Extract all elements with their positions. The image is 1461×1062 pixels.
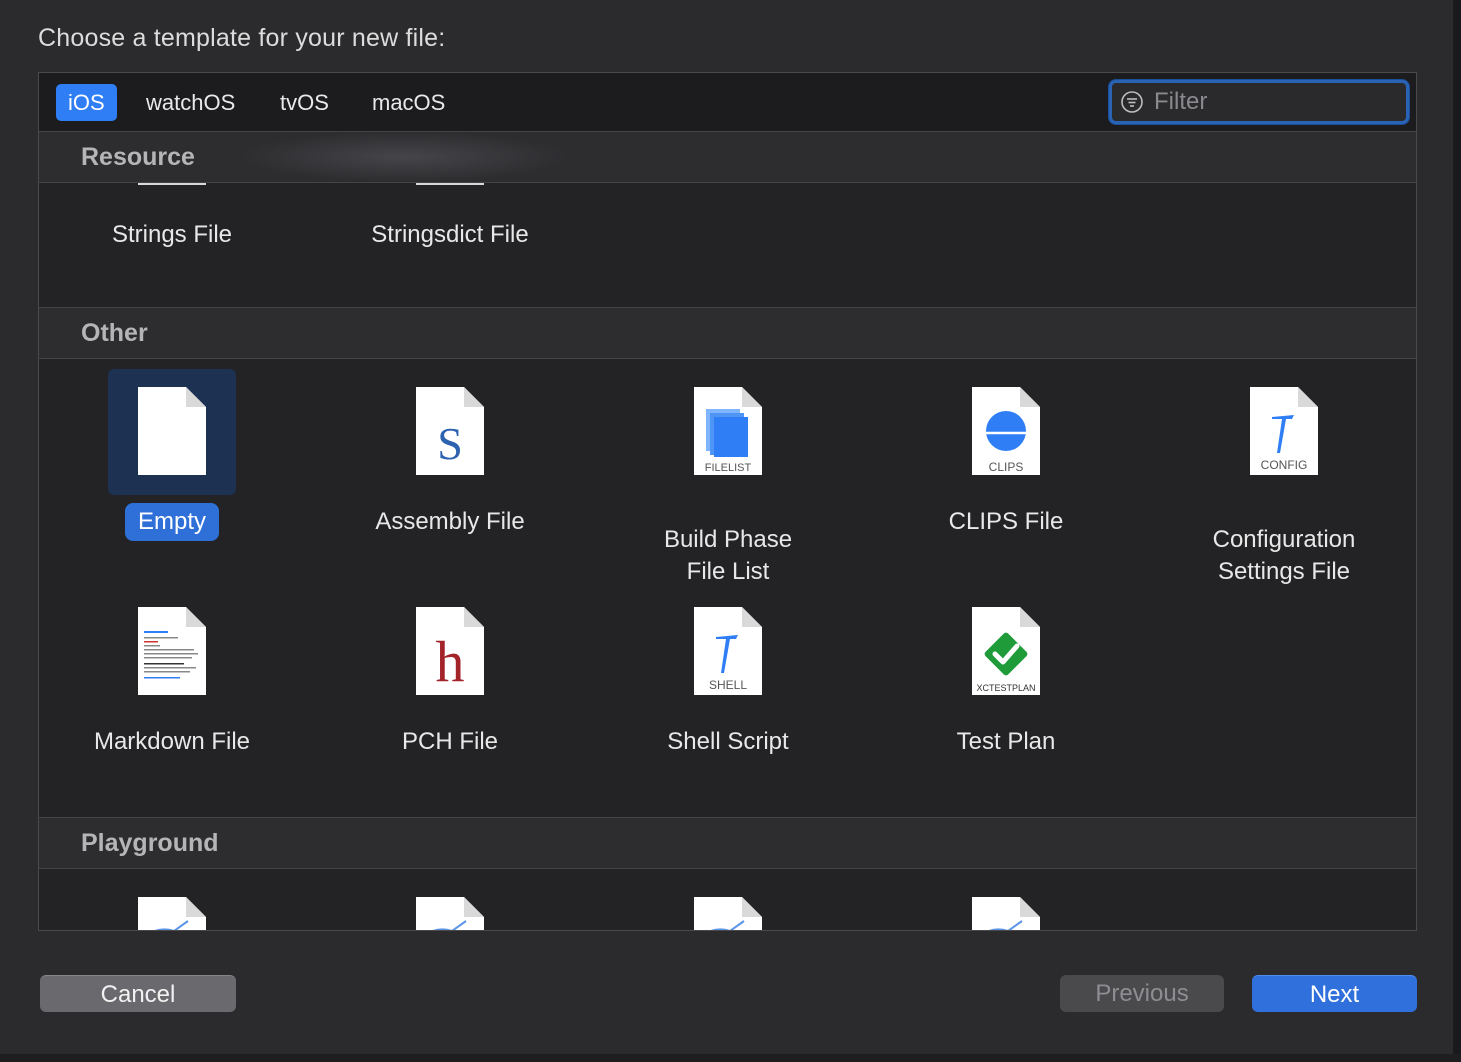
template-label: Configuration Settings File (1212, 526, 1356, 585)
tab-tvos[interactable]: tvOS (268, 84, 341, 121)
pch-glyph: h (436, 629, 465, 694)
assembly-file-icon[interactable]: S (416, 387, 484, 475)
pch-file-icon[interactable]: h (416, 607, 484, 695)
tab-macos[interactable]: macOS (360, 84, 457, 121)
template-label: Assembly File (375, 508, 525, 535)
markdown-file-icon[interactable] (138, 607, 206, 695)
cancel-button[interactable]: Cancel (40, 975, 236, 1012)
config-file-icon[interactable]: CONFIG (1250, 387, 1318, 475)
template-label: CLIPS File (948, 508, 1064, 535)
filelist-file-icon[interactable]: FILELIST (694, 387, 762, 475)
template-markdown-file[interactable]: Markdown File (44, 723, 300, 761)
template-clips-file[interactable]: CLIPS File (878, 503, 1134, 541)
template-strings-file[interactable]: Strings File (44, 216, 300, 254)
template-label: Build Phase File List (663, 526, 793, 585)
filter-input[interactable] (1154, 86, 1394, 118)
template-configuration-settings-file[interactable]: Configuration Settings File (1156, 503, 1412, 591)
template-shell-script[interactable]: Shell Script (600, 723, 856, 761)
section-title-resource: Resource (81, 143, 195, 171)
config-badge: CONFIG (1261, 458, 1308, 472)
template-chooser-panel: iOS watchOS tvOS macOS Resource Strings … (38, 72, 1417, 931)
section-header-other: Other (39, 307, 1416, 359)
template-empty[interactable]: Empty (44, 503, 300, 541)
template-label: Empty (124, 503, 219, 541)
template-label: Markdown File (93, 728, 251, 755)
section-title-playground: Playground (81, 829, 219, 857)
filter-field[interactable] (1109, 80, 1409, 124)
filelist-badge: FILELIST (705, 462, 752, 474)
playground-file-icon[interactable] (416, 897, 484, 931)
template-label: Test Plan (956, 728, 1056, 755)
platform-tab-bar: iOS watchOS tvOS macOS (39, 73, 1416, 132)
previous-button[interactable]: Previous (1060, 975, 1224, 1012)
window-edge-bottom (0, 1054, 1461, 1062)
shell-badge: SHELL (709, 678, 747, 692)
section-title-other: Other (81, 319, 148, 347)
dialog-prompt: Choose a template for your new file: (38, 24, 446, 52)
playground-file-icon[interactable] (972, 897, 1040, 931)
playground-file-icon[interactable] (138, 897, 206, 931)
section-header-resource: Resource (39, 131, 1416, 183)
template-stringsdict-file[interactable]: Stringsdict File (322, 216, 578, 254)
shell-file-icon[interactable]: SHELL (694, 607, 762, 695)
assembly-glyph: S (437, 418, 463, 469)
next-button[interactable]: Next (1252, 975, 1417, 1012)
template-label: Shell Script (667, 728, 789, 755)
template-pch-file[interactable]: PCH File (322, 723, 578, 761)
template-build-phase-file-list[interactable]: Build Phase File List (600, 503, 856, 591)
tab-ios[interactable]: iOS (56, 84, 117, 121)
clips-badge: CLIPS (989, 460, 1024, 474)
testplan-file-icon[interactable]: XCTESTPLAN (972, 607, 1040, 695)
blank-file-icon[interactable] (138, 387, 206, 475)
tab-watchos[interactable]: watchOS (134, 84, 247, 121)
header-highlight (239, 132, 569, 182)
strings-file-icon (138, 183, 206, 185)
template-label: Strings File (111, 221, 233, 248)
filter-icon (1121, 91, 1143, 113)
template-label: PCH File (401, 728, 498, 755)
window-edge-right (1453, 0, 1461, 1062)
stringsdict-file-icon (416, 183, 484, 185)
template-assembly-file[interactable]: Assembly File (322, 503, 578, 541)
template-test-plan[interactable]: Test Plan (878, 723, 1134, 761)
template-label: Stringsdict File (371, 221, 529, 248)
section-header-playground: Playground (39, 817, 1416, 869)
testplan-badge: XCTESTPLAN (976, 683, 1035, 693)
playground-file-icon[interactable] (694, 897, 762, 931)
clips-file-icon[interactable]: CLIPS (972, 387, 1040, 475)
